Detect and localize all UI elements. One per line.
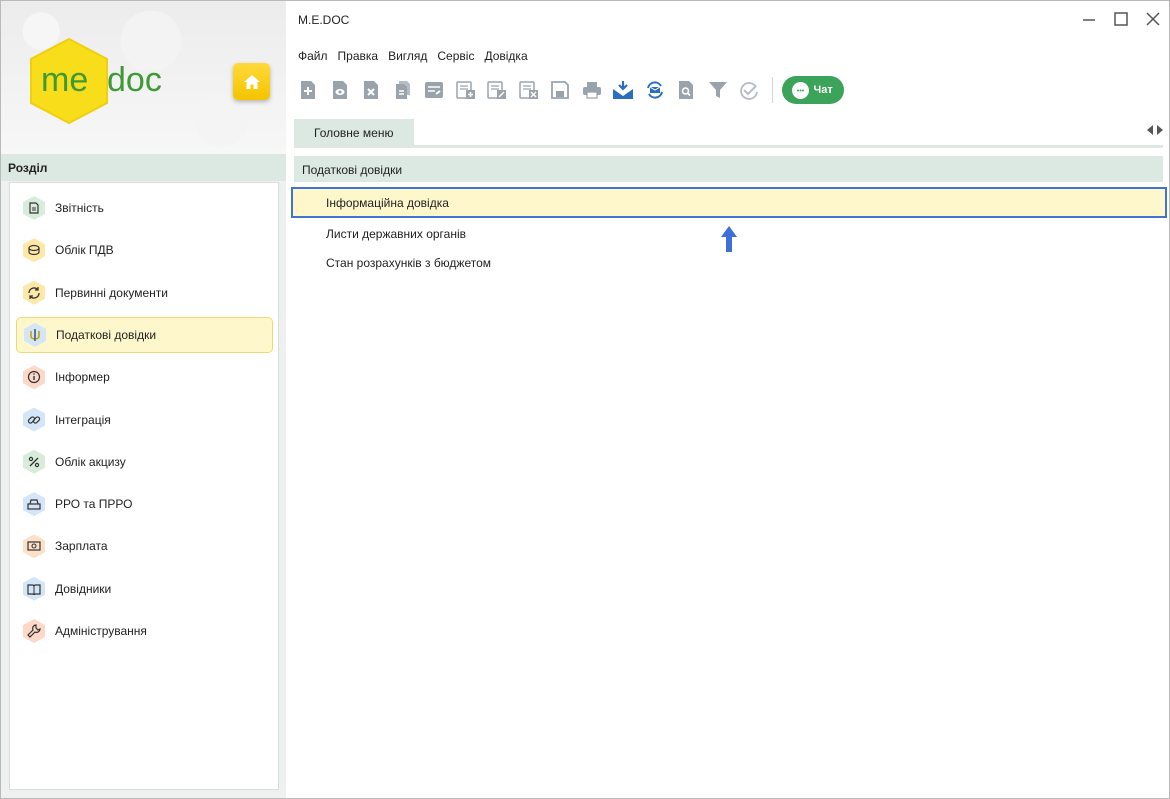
filter-button[interactable] (707, 79, 729, 101)
percent-icon (23, 449, 45, 474)
sync-icon (646, 81, 663, 99)
print-icon (582, 82, 601, 99)
trident-icon (24, 322, 46, 347)
logo-me-text: me (41, 61, 88, 99)
edit-doc-button[interactable] (423, 79, 445, 101)
sidebar-item-label: Інформер (55, 370, 110, 385)
toolbar-separator (771, 77, 773, 103)
sidebar-item[interactable]: Інтеграція (16, 402, 273, 438)
link-icon (23, 407, 45, 432)
cash-register-icon (23, 492, 45, 517)
delete-doc-icon (364, 81, 378, 99)
maximize-button[interactable] (1111, 9, 1131, 29)
menu-file[interactable]: Файл (298, 49, 328, 63)
remove-doc-button[interactable] (518, 79, 540, 101)
copy-doc-icon (395, 81, 410, 99)
menu-edit[interactable]: Правка (338, 49, 379, 63)
filter-icon (708, 82, 727, 98)
tab-scroll-left-icon[interactable] (1147, 125, 1153, 135)
sidebar-item[interactable]: Облік акцизу (16, 444, 273, 480)
maximize-icon (1114, 12, 1128, 26)
sidebar-item[interactable]: Адміністрування (16, 613, 273, 649)
menu-view[interactable]: Вигляд (388, 49, 427, 63)
sidebar-item-label: Звітність (55, 201, 104, 215)
add-doc-icon (455, 81, 475, 99)
sidebar-item[interactable]: Облік ПДВ (16, 232, 273, 268)
content-header: Податкові довідки (294, 156, 1163, 182)
report-icon (23, 196, 45, 220)
content-item-info-certificate[interactable]: Інформаційна довідка (291, 187, 1167, 218)
coins-icon (23, 238, 45, 263)
logo-area: me doc (1, 1, 286, 154)
logo-doc-text: doc (107, 61, 162, 99)
app-window: me doc Розділ Звітність Облік ПДВ Первинні… (0, 0, 1170, 799)
tab-strip: Головне меню (294, 119, 1163, 148)
close-button[interactable] (1143, 9, 1163, 29)
sidebar-item[interactable]: РРО та ПРРО (16, 486, 273, 522)
new-doc-icon (301, 81, 315, 99)
money-icon (23, 534, 45, 559)
sidebar-item[interactable]: Інформер (16, 359, 273, 395)
sidebar-item[interactable]: Податкові довідки (16, 316, 273, 353)
medoc-logo: me doc (29, 37, 179, 130)
add-doc-button[interactable] (455, 79, 477, 101)
book-icon (23, 576, 45, 601)
chat-icon (791, 81, 809, 99)
minimize-button[interactable] (1079, 9, 1099, 29)
sidebar-item-label: Адміністрування (55, 624, 147, 638)
sidebar-nav: Звітність Облік ПДВ Первинні документи Пода… (9, 182, 279, 790)
sidebar-item-label: Облік ПДВ (55, 243, 114, 258)
sidebar-item-label: Первинні документи (55, 285, 168, 300)
verify-icon (740, 82, 758, 100)
receive-icon (613, 81, 633, 99)
menu-bar: Файл Правка Вигляд Сервіс Довідка (298, 49, 528, 63)
sidebar-item[interactable]: Довідники (16, 571, 273, 607)
tab-scroll-arrows (1147, 125, 1163, 135)
receive-button[interactable] (612, 79, 634, 101)
refresh-doc-icon (23, 280, 45, 305)
sidebar-item[interactable]: Первинні документи (16, 275, 273, 311)
menu-help[interactable]: Довідка (484, 49, 527, 63)
delete-doc-button[interactable] (360, 79, 382, 101)
chat-button[interactable]: Чат (781, 76, 844, 104)
modify-doc-button[interactable] (486, 79, 508, 101)
view-doc-icon (332, 81, 347, 99)
sidebar-item-label: Зарплата (55, 539, 108, 554)
toolbar: Чат (297, 76, 844, 104)
sidebar-item-label: РРО та ПРРО (55, 497, 133, 512)
modify-doc-icon (487, 81, 506, 99)
pointer-arrow-icon (719, 225, 739, 256)
section-header: Розділ (1, 154, 286, 181)
sidebar-item[interactable]: Зарплата (16, 528, 273, 564)
save-icon (551, 81, 569, 99)
new-doc-button[interactable] (297, 79, 319, 101)
close-icon (1146, 12, 1160, 26)
tab-main-menu[interactable]: Головне меню (294, 119, 414, 145)
sidebar-item[interactable]: Звітність (16, 190, 273, 226)
edit-doc-icon (425, 82, 443, 98)
chat-label: Чат (813, 84, 833, 96)
view-doc-button[interactable] (329, 79, 351, 101)
print-button[interactable] (581, 79, 603, 101)
sidebar-item-label: Облік акцизу (55, 454, 126, 469)
info-icon (23, 365, 45, 390)
tab-scroll-right-icon[interactable] (1157, 125, 1163, 135)
copy-doc-button[interactable] (392, 79, 414, 101)
left-panel: me doc Розділ Звітність Облік ПДВ Первинні… (1, 1, 286, 798)
remove-doc-icon (518, 81, 538, 99)
sidebar-item-label: Інтеграція (55, 412, 111, 427)
wrench-icon (23, 619, 45, 643)
sidebar-item-label: Довідники (55, 581, 112, 596)
save-button[interactable] (549, 79, 571, 101)
sidebar-item-label: Податкові довідки (56, 327, 157, 342)
home-button[interactable] (233, 63, 270, 100)
sync-button[interactable] (644, 79, 666, 101)
home-icon (243, 74, 260, 89)
menu-service[interactable]: Сервіс (437, 49, 474, 63)
preview-button[interactable] (675, 79, 697, 101)
preview-icon (679, 81, 693, 99)
window-title: M.E.DOC (298, 13, 350, 27)
minimize-icon (1083, 19, 1095, 21)
verify-button[interactable] (738, 79, 760, 101)
